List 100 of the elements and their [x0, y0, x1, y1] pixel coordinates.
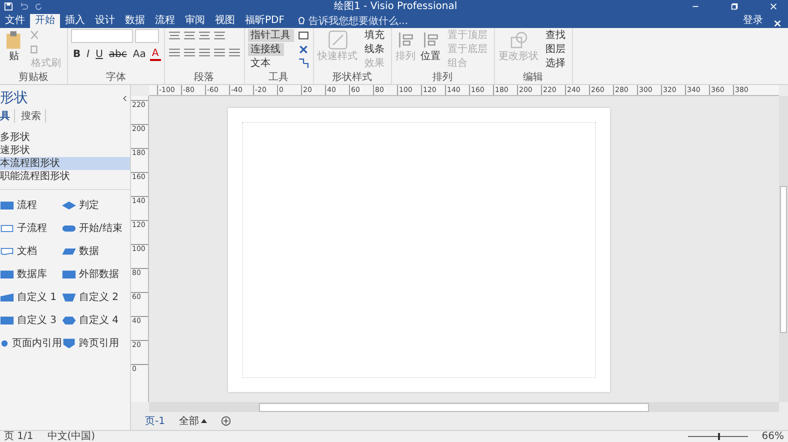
window-title: 绘图1 - Visio Professional [334, 0, 458, 13]
flowchart-shape-icon[interactable] [0, 246, 14, 256]
ribbon-tab[interactable]: 数据 [120, 14, 150, 28]
font-format-button[interactable]: U [94, 48, 105, 61]
cut-icon[interactable] [29, 30, 40, 41]
flowchart-shape-icon[interactable] [0, 222, 14, 234]
ribbon-tab[interactable]: 设计 [90, 14, 120, 28]
zoom-thumb[interactable] [718, 433, 720, 440]
restore-icon[interactable] [730, 2, 739, 11]
ribbon-tab[interactable]: 开始 [30, 14, 60, 28]
group-label: 编辑 [522, 72, 544, 84]
page-tab[interactable]: 页-1 [145, 414, 165, 428]
stencil-item[interactable]: 速形状 [0, 144, 130, 157]
font-format-button[interactable]: A [150, 48, 161, 61]
align-icon[interactable] [212, 30, 226, 41]
flowchart-shape-icon[interactable] [0, 338, 9, 348]
shape-label[interactable]: 开始/结束 [79, 221, 122, 235]
shape-label[interactable]: 跨页引用 [79, 336, 119, 350]
flowchart-shape-icon[interactable] [62, 268, 76, 280]
tool-button[interactable]: 文本 [248, 57, 274, 70]
group-label: 字体 [104, 72, 127, 84]
shape-label[interactable]: 自定义 1 [17, 290, 57, 304]
paste-button[interactable]: 贴 [3, 29, 25, 64]
style-button[interactable]: 填充 [362, 29, 388, 42]
flowchart-shape-icon[interactable] [62, 222, 76, 234]
shape-label[interactable]: 自定义 2 [79, 290, 119, 304]
shape-label[interactable]: 判定 [79, 198, 99, 212]
flowchart-shape-icon[interactable] [62, 200, 76, 210]
ribbon-tab[interactable]: 审阅 [180, 14, 210, 28]
tool-button[interactable]: 连接线 [248, 43, 284, 56]
stencil-item[interactable]: 职能流程图形状 [0, 170, 130, 183]
font-format-button[interactable]: I [84, 48, 92, 61]
stencil-item[interactable]: 多形状 [0, 131, 130, 144]
align-icon[interactable] [168, 30, 181, 41]
arrange-button[interactable]: 位置 [420, 29, 442, 64]
flowchart-shape-icon[interactable] [0, 314, 14, 326]
align-icon[interactable] [212, 47, 226, 58]
flowchart-shape-icon[interactable] [62, 292, 76, 302]
group-label: 剪贴板 [18, 72, 50, 84]
font-name-field[interactable] [71, 29, 133, 43]
all-pages-button[interactable]: 全部 [178, 414, 207, 428]
shape-label[interactable]: 自定义 3 [17, 313, 57, 327]
stencil-item[interactable]: 本流程图形状 [0, 157, 130, 170]
group-label: 排列 [432, 72, 454, 84]
panel-tab[interactable]: 搜索 [21, 109, 46, 123]
flowchart-shape-icon[interactable] [62, 314, 76, 326]
redo-icon[interactable] [34, 2, 43, 11]
language-indicator: 中文(中国) [47, 431, 96, 442]
shape-label[interactable]: 页面内引用 [12, 336, 62, 350]
font-format-button[interactable]: B [71, 48, 83, 61]
tool-button[interactable]: 指针工具 [248, 29, 294, 42]
caret-icon [200, 419, 207, 423]
shape-label[interactable]: 文档 [17, 244, 37, 258]
shape-label[interactable]: 自定义 4 [79, 313, 119, 327]
style-button[interactable]: 线条 [362, 43, 388, 56]
edit-button[interactable]: 查找 [542, 29, 569, 42]
add-page-icon[interactable] [220, 416, 231, 426]
align-icon[interactable] [168, 47, 181, 58]
ribbon-tab[interactable]: 流程 [150, 14, 180, 28]
collapse-icon[interactable] [122, 94, 127, 102]
ribbon-tab[interactable]: 插入 [60, 14, 90, 28]
align-icon[interactable] [182, 47, 196, 58]
flowchart-shape-icon[interactable] [62, 338, 76, 348]
shape-label[interactable]: 数据 [79, 244, 99, 258]
connection-point-icon[interactable] [298, 58, 309, 69]
flowchart-shape-icon[interactable] [0, 292, 14, 302]
font-format-button[interactable]: Aa [130, 48, 148, 61]
zoom-level: 66% [762, 431, 784, 442]
vertical-scrollbar[interactable] [779, 96, 788, 402]
ribbon-tab[interactable]: 福昕PDF [240, 14, 290, 28]
panel-title: 形状 [0, 89, 28, 107]
edit-button[interactable]: 选择 [542, 57, 569, 70]
shape-label[interactable]: 子流程 [17, 221, 47, 235]
flowchart-shape-icon[interactable] [0, 268, 14, 280]
shape-label[interactable]: 流程 [17, 198, 37, 212]
group-label: 段落 [193, 72, 216, 84]
align-icon[interactable] [198, 30, 211, 41]
group-label: 工具 [268, 72, 290, 84]
tell-me-field[interactable]: 告诉我您想要做什么... [308, 14, 448, 28]
shapes-icon [508, 30, 529, 50]
flowchart-shape-icon[interactable] [62, 246, 76, 256]
align-icon[interactable] [228, 47, 241, 58]
align-icon[interactable] [198, 47, 211, 58]
close-icon[interactable] [298, 44, 309, 55]
horizontal-scrollbar[interactable] [149, 402, 779, 412]
font-size-field[interactable] [135, 29, 159, 43]
edit-button[interactable]: 图层 [542, 43, 569, 56]
shape-label[interactable]: 外部数据 [79, 267, 119, 281]
panel-tab[interactable]: 具 [0, 109, 15, 123]
undo-icon[interactable] [19, 2, 28, 11]
ribbon-tab[interactable]: 视图 [210, 14, 240, 28]
rectangle-icon[interactable] [298, 30, 309, 41]
font-format-button[interactable]: abc [106, 48, 129, 61]
copy-icon[interactable] [29, 44, 40, 55]
align-icon[interactable] [182, 30, 196, 41]
shape-label[interactable]: 数据库 [17, 267, 47, 281]
flowchart-shape-icon[interactable] [0, 200, 14, 210]
sign-in-link[interactable]: 登录 [743, 14, 763, 28]
save-icon[interactable] [4, 2, 13, 11]
ribbon-tab[interactable]: 文件 [0, 14, 30, 28]
